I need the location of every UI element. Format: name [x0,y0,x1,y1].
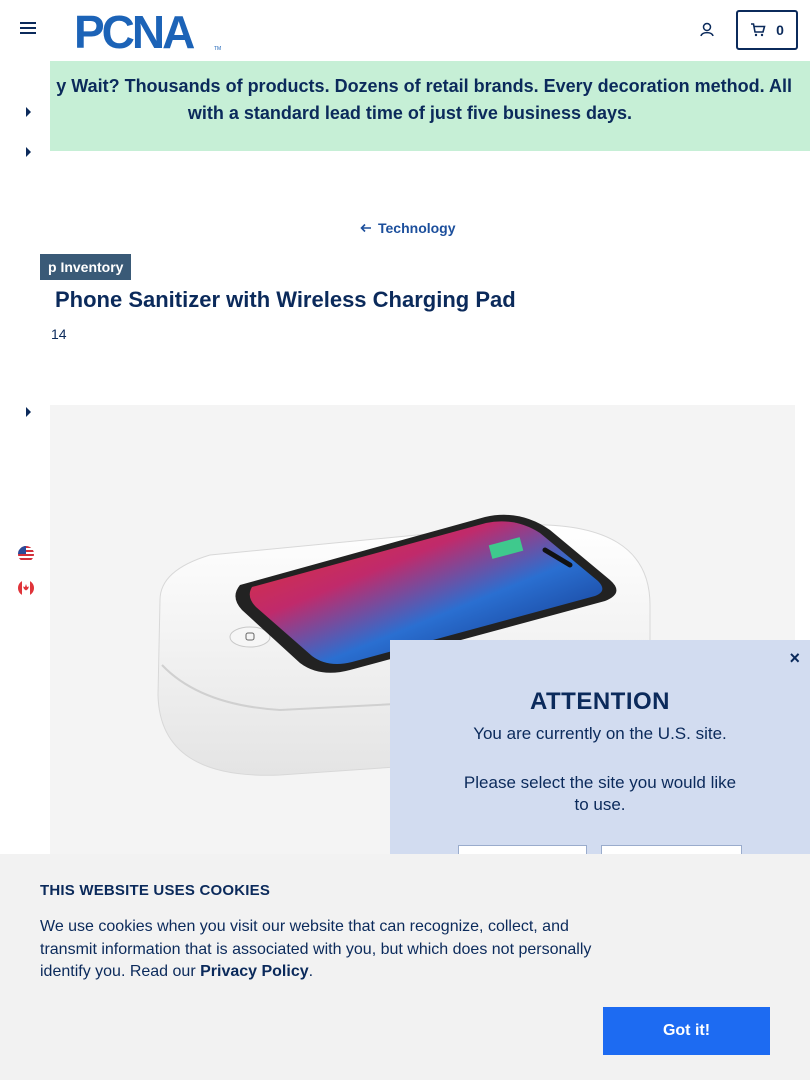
logo-tm: TM [214,46,221,52]
back-link-label: Technology [378,220,456,236]
product-title: Phone Sanitizer with Wireless Charging P… [55,287,516,312]
site-header: PCNA TM 0 [0,0,810,61]
modal-title: ATTENTION [529,688,671,715]
cookie-text-end: . [308,963,314,980]
caret-right-icon[interactable] [26,107,31,117]
privacy-policy-link[interactable]: Privacy Policy [200,963,309,980]
account-icon[interactable] [699,21,717,39]
cookie-title: THIS WEBSITE USES COOKIES [40,882,271,899]
hamburger-icon[interactable] [20,22,36,38]
modal-message: You are currently on the U.S. site. [473,724,727,743]
caret-right-icon[interactable] [26,407,31,417]
site-selection-modal: × ATTENTION You are currently on the U.S… [390,640,810,875]
cart-icon [751,23,766,37]
cookie-banner: THIS WEBSITE USES COOKIES We use cookies… [0,854,810,1080]
us-flag-icon[interactable] [18,546,34,562]
got-it-button[interactable]: Got it! [603,1007,770,1055]
caret-right-icon[interactable] [26,147,31,157]
cookie-text: We use cookies when you visit our websit… [40,918,592,980]
page: PCNA TM 0 y Wait? Thousands of products.… [0,0,810,1080]
close-icon[interactable]: × [789,648,800,669]
cart-count: 0 [776,22,784,38]
promo-banner: y Wait? Thousands of products. Dozens of… [50,61,810,151]
pcna-logo[interactable]: PCNA TM [74,6,224,58]
product-sku: 14 [51,326,67,342]
banner-line-1: y Wait? Thousands of products. Dozens of… [56,76,792,96]
banner-line-2: with a standard lead time of just five b… [187,103,632,123]
back-to-technology-link[interactable]: Technology [360,220,456,236]
inventory-badge: p Inventory [40,254,132,280]
modal-prompt: Please select the site you would like to… [463,773,737,814]
logo-text: PCNA [74,8,194,52]
cookie-body: We use cookies when you visit our websit… [40,916,610,984]
left-filter-rail [0,61,50,861]
cart-button[interactable]: 0 [736,10,798,50]
arrow-left-icon [360,223,371,233]
canada-flag-icon[interactable] [18,580,34,596]
